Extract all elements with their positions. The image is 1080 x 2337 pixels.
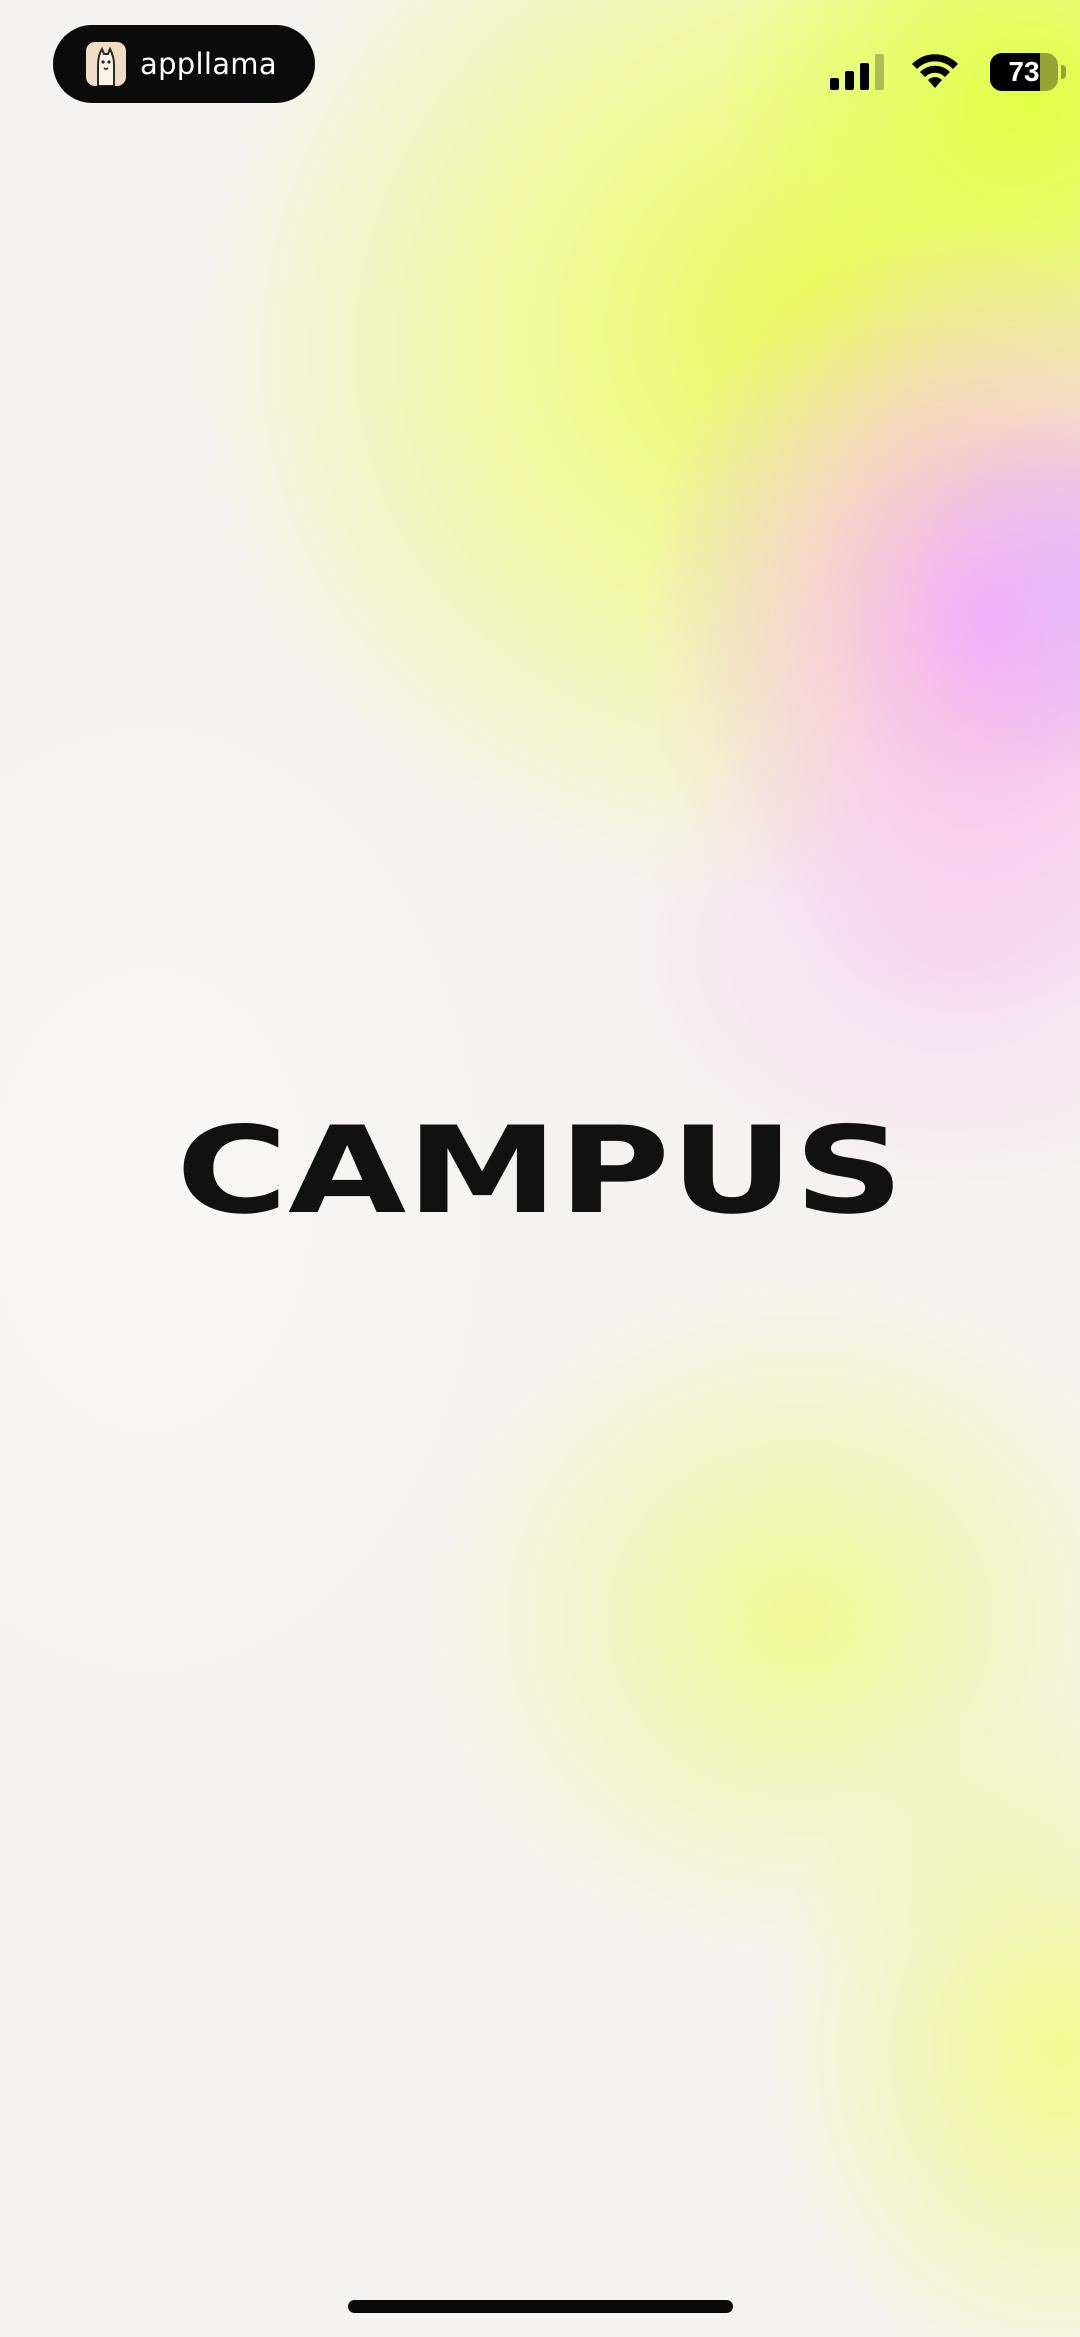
app-badge-pill[interactable]: appllama: [53, 25, 315, 103]
gradient-blob: [22, 0, 1080, 1078]
wifi-icon: [912, 54, 958, 88]
battery-icon: 73: [990, 53, 1058, 91]
gradient-blob: [900, 400, 1080, 780]
llama-icon: [86, 42, 126, 86]
gradient-blob: [420, 1270, 1080, 1970]
gradient-blob: [640, 220, 1080, 1020]
logo-container: CAMPUS: [0, 1118, 1080, 1218]
app-badge-label: appllama: [140, 47, 277, 81]
signal-icon: [830, 54, 884, 90]
campus-logo: CAMPUS: [176, 1118, 904, 1218]
battery-nub: [1061, 65, 1066, 79]
home-indicator[interactable]: [348, 2300, 733, 2313]
gradient-blob: [760, 1700, 1080, 2337]
battery-percent: 73: [1008, 56, 1040, 87]
logo-text: CAMPUS: [176, 1118, 904, 1218]
status-bar-right: 73: [780, 0, 1080, 140]
splash-screen: appllama 73 CAMPUS: [0, 0, 1080, 2337]
